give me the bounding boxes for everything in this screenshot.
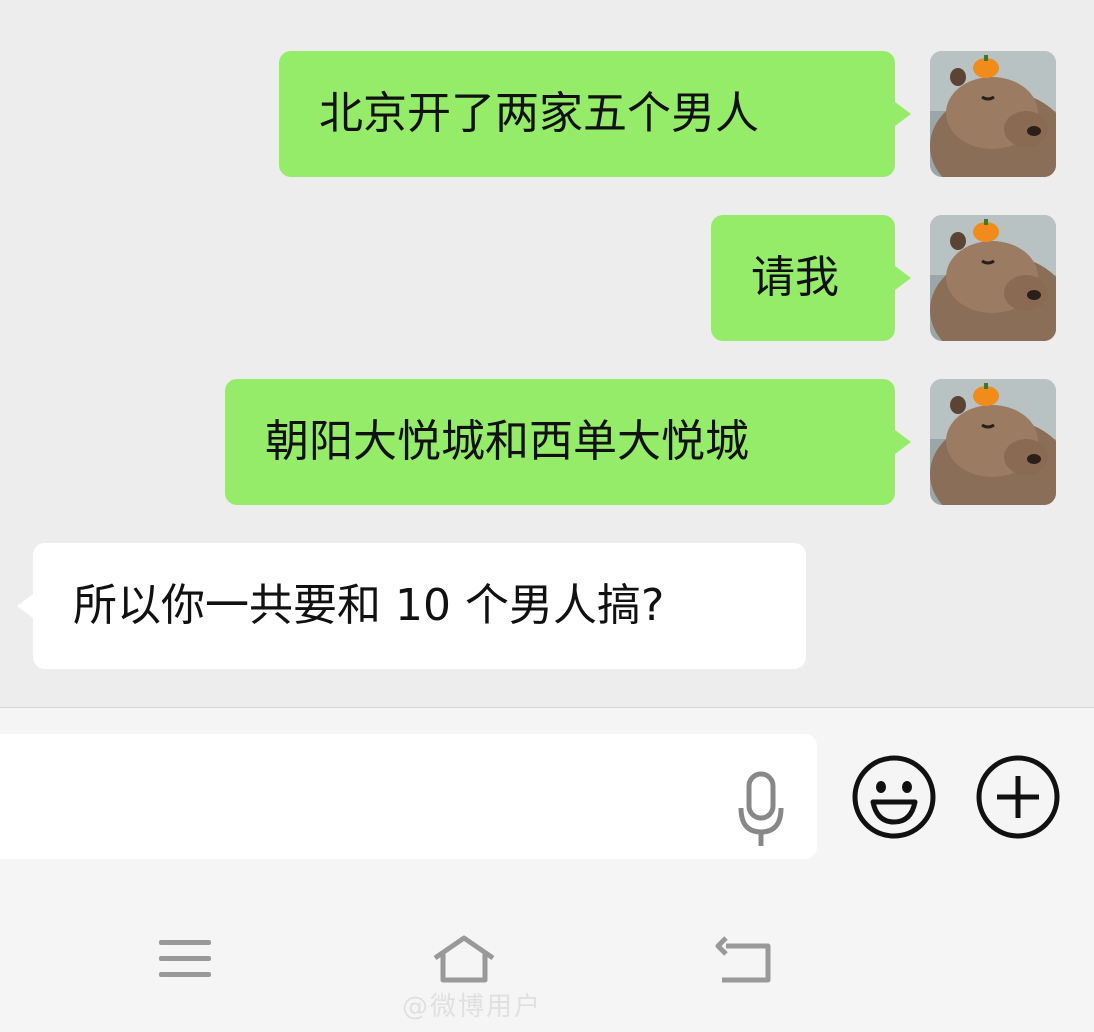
my-message-bubble[interactable]: 北京开了两家五个男人 (279, 51, 895, 177)
my-avatar[interactable] (930, 51, 1056, 177)
message-text: 朝阳大悦城和西单大悦城 (265, 416, 749, 467)
message-text: 北京开了两家五个男人 (319, 88, 759, 139)
watermark: @微博用户 (402, 992, 543, 1022)
my-avatar[interactable] (930, 215, 1056, 341)
input-bar (0, 708, 1094, 880)
my-message-bubble[interactable]: 请我 (711, 215, 895, 341)
my-message-bubble[interactable]: 朝阳大悦城和西单大悦城 (225, 379, 895, 505)
message-input[interactable] (0, 734, 817, 859)
bubble-tail (895, 430, 911, 454)
smiley-icon[interactable] (851, 754, 937, 840)
my-avatar[interactable] (930, 379, 1056, 505)
chat-area: 北京开了两家五个男人 请我 朝阳大悦城和西单大悦城 所以你一共要和 10 个男人… (0, 0, 1094, 707)
bubble-tail (17, 594, 33, 618)
system-nav-bar: @微博用户 (0, 880, 1094, 1032)
message-text: 请我 (751, 252, 839, 303)
microphone-icon[interactable] (733, 770, 789, 850)
capybara-avatar-icon (930, 379, 1056, 505)
bubble-tail (895, 266, 911, 290)
capybara-avatar-icon (930, 51, 1056, 177)
message-text: 所以你一共要和 10 个男人搞? (73, 580, 665, 631)
menu-icon[interactable] (157, 936, 213, 982)
home-icon[interactable] (429, 932, 499, 984)
capybara-avatar-icon (930, 215, 1056, 341)
bubble-tail (895, 102, 911, 126)
plus-circle-icon[interactable] (975, 754, 1061, 840)
other-message-bubble[interactable]: 所以你一共要和 10 个男人搞? (33, 543, 806, 669)
back-icon[interactable] (712, 934, 776, 986)
